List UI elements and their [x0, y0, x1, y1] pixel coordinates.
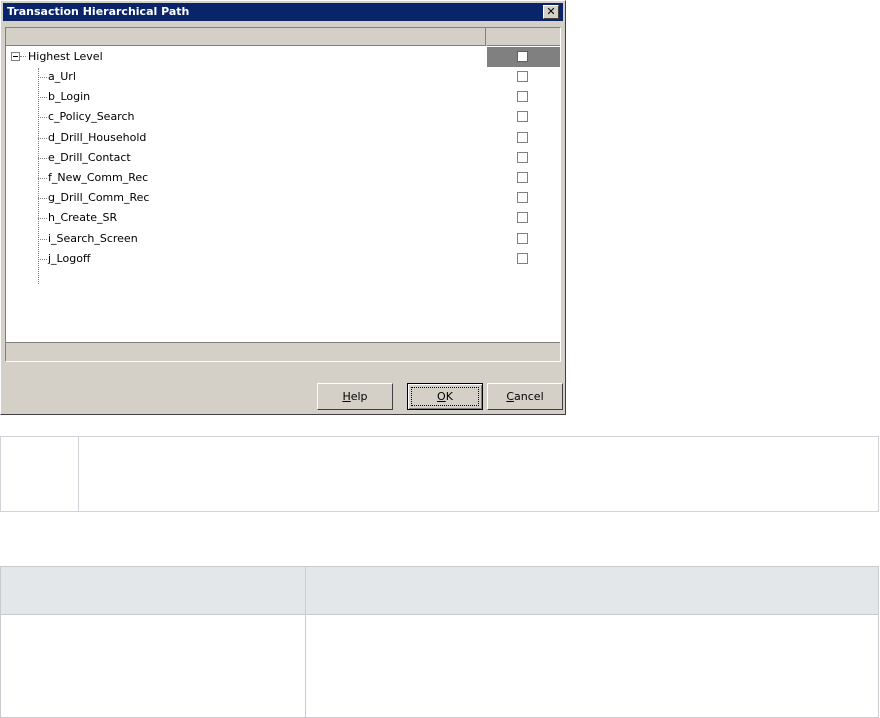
tree-header-name-column[interactable]	[6, 28, 486, 46]
tree-item-checkbox[interactable]	[517, 71, 528, 82]
tree-connector	[38, 157, 47, 159]
tree-item-label: i_Search_Screen	[48, 231, 138, 245]
tree-item-checkbox[interactable]	[517, 111, 528, 123]
tree-root-row[interactable]: Highest Level	[6, 47, 560, 67]
table-header-row	[1, 567, 878, 615]
tree-item-label: f_New_Comm_Rec	[48, 171, 149, 184]
tree-connector	[38, 97, 47, 99]
tree-item-row[interactable]: e_Drill_Contact	[6, 148, 560, 168]
tree-item-label: h_Create_SR	[48, 211, 118, 225]
close-icon[interactable]: ✕	[543, 5, 559, 19]
tree-item-label: d_Drill_Household	[48, 130, 147, 144]
help-button[interactable]: Help	[317, 383, 393, 410]
tree-item-row[interactable]: j_Logoff	[6, 249, 560, 269]
dialog-title: Transaction Hierarchical Path	[7, 5, 190, 18]
tree-header	[6, 28, 560, 46]
ok-button[interactable]: OK	[407, 383, 483, 410]
tree-connector	[38, 238, 47, 240]
tree-item-label: c_Policy_Search	[48, 110, 135, 124]
tree-item-checkbox[interactable]	[517, 91, 528, 103]
dialog-titlebar[interactable]: Transaction Hierarchical Path ✕	[3, 3, 563, 21]
tree-item-checkbox[interactable]	[517, 232, 528, 244]
tree-root-label: Highest Level	[28, 50, 103, 63]
tree-item-checkbox[interactable]	[517, 192, 528, 204]
tree-item-label: e_Drill_Contact	[48, 150, 131, 164]
description-table	[0, 566, 879, 718]
tree-connector	[38, 258, 47, 260]
tree-header-check-column[interactable]	[487, 28, 560, 46]
tree-item-checkbox[interactable]	[517, 212, 528, 224]
tree-item-row[interactable]: i_Search_Screen	[6, 229, 560, 249]
note-box	[0, 436, 879, 512]
tree-item-checkbox[interactable]	[517, 252, 528, 264]
tree-item-row[interactable]: f_New_Comm_Rec	[6, 168, 560, 188]
root-checkbox[interactable]	[517, 51, 528, 62]
tree-item-label: b_Login	[48, 90, 91, 104]
tree-status-strip	[6, 342, 560, 361]
tree-item-row[interactable]: b_Login	[6, 87, 560, 107]
table-column-divider	[305, 567, 306, 717]
tree-connector	[38, 218, 47, 220]
tree-item-row[interactable]: d_Drill_Household	[6, 128, 560, 148]
tree-item-row[interactable]: a_Url	[6, 67, 560, 87]
tree-connector	[38, 137, 47, 139]
tree-item-row[interactable]: h_Create_SR	[6, 208, 560, 228]
transaction-path-dialog: Transaction Hierarchical Path ✕ Highest …	[0, 0, 566, 415]
tree-item-row[interactable]: g_Drill_Comm_Rec	[6, 188, 560, 208]
cancel-button[interactable]: Cancel	[487, 383, 563, 410]
tree-connector	[38, 77, 47, 78]
tree-connector	[38, 198, 47, 200]
tree-panel: Highest Level a_Url b_Login c_Policy_Searc…	[5, 27, 561, 362]
tree-connector	[38, 117, 47, 119]
tree-connector	[38, 178, 47, 179]
note-icon-divider	[78, 437, 79, 511]
tree-item-label: j_Logoff	[48, 251, 91, 265]
tree-item-row[interactable]: c_Policy_Search	[6, 107, 560, 127]
tree-item-checkbox[interactable]	[517, 151, 528, 163]
tree-item-checkbox[interactable]	[517, 172, 528, 183]
collapse-icon[interactable]	[11, 52, 20, 61]
tree-item-label: g_Drill_Comm_Rec	[48, 191, 150, 205]
tree-item-label: a_Url	[48, 70, 76, 83]
tree-item-checkbox[interactable]	[517, 131, 528, 143]
tree-connector	[20, 56, 26, 57]
